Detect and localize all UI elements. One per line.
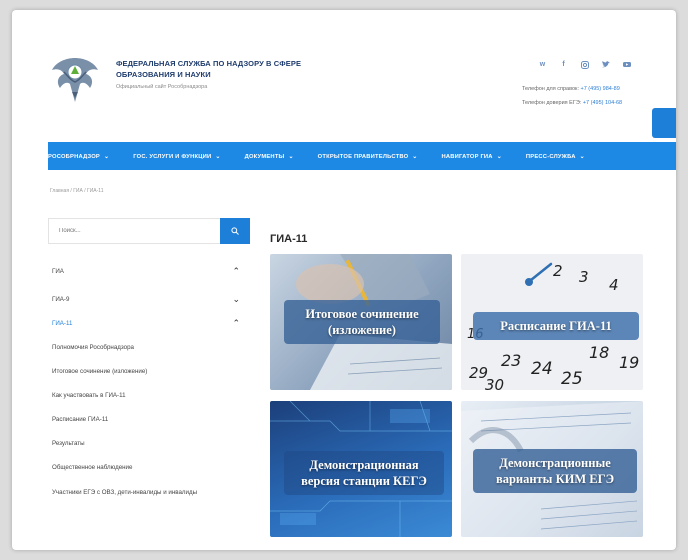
calendar-number: 4	[609, 276, 619, 294]
facebook-icon[interactable]: f	[557, 58, 570, 71]
sidebar-item-powers[interactable]: Полномочия Рособрнадзора	[52, 344, 134, 351]
phone-info: Телефон для справок: +7 (495) 984-89 Тел…	[522, 82, 622, 110]
chevron-down-icon: ⌄	[215, 153, 221, 160]
org-name: ФЕДЕРАЛЬНАЯ СЛУЖБА ПО НАДЗОРУ В СФЕРЕ ОБ…	[116, 58, 376, 80]
chevron-down-icon: ⌄	[412, 153, 418, 160]
card-schedule[interactable]: 2 3 4 16 18 19 23 24 25 29 30 Расписание…	[461, 254, 643, 390]
search-box	[48, 218, 250, 244]
breadcrumb[interactable]: Главная / ГИА / ГИА-11	[50, 188, 104, 194]
card-essay[interactable]: Итоговое сочинение (изложение)	[270, 254, 452, 390]
vk-icon[interactable]: w	[536, 58, 549, 71]
card-kim-demo[interactable]: Демонстрационные варианты КИМ ЕГЭ	[461, 401, 643, 537]
chevron-down-icon: ⌄	[288, 153, 294, 160]
sidebar-item-ovz[interactable]: Участники ЕГЭ с ОВЗ, дети-инвалиды и инв…	[52, 488, 212, 498]
chevron-up-icon: ⌃	[232, 318, 240, 328]
org-name-line2: ОБРАЗОВАНИЯ И НАУКИ	[116, 70, 211, 79]
sidebar-item-how-to[interactable]: Как участвовать в ГИА-11	[52, 392, 126, 399]
chevron-down-icon: ⌄	[232, 294, 240, 304]
sidebar-item-observation[interactable]: Общественное наблюдение	[52, 464, 132, 471]
card-kim-demo-label: Демонстрационные варианты КИМ ЕГЭ	[473, 449, 637, 493]
phone-info-label: Телефон для справок:	[522, 86, 579, 92]
chevron-down-icon: ⌄	[104, 153, 110, 160]
phone-trust-number[interactable]: +7 (495) 104-68	[583, 100, 622, 106]
card-schedule-label: Расписание ГИА-11	[473, 312, 639, 340]
chevron-down-icon: ⌄	[496, 153, 502, 160]
browser-page: ФЕДЕРАЛЬНАЯ СЛУЖБА ПО НАДЗОРУ В СФЕРЕ ОБ…	[12, 10, 676, 550]
org-subtitle: Официальный сайт Рособрнадзора	[116, 84, 208, 90]
card-essay-label: Итоговое сочинение (изложение)	[284, 300, 440, 344]
calendar-number: 25	[561, 369, 583, 389]
header-action-button[interactable]	[652, 108, 676, 138]
sidebar-item-gia9[interactable]: ГИА-9 ⌄	[52, 294, 240, 304]
org-name-line1: ФЕДЕРАЛЬНАЯ СЛУЖБА ПО НАДЗОРУ В СФЕРЕ	[116, 59, 302, 68]
search-button[interactable]	[220, 218, 250, 244]
nav-item-open-government[interactable]: ОТКРЫТОЕ ПРАВИТЕЛЬСТВО ⌄	[318, 153, 418, 160]
calendar-number: 2	[553, 262, 563, 280]
main-nav: РОСОБРНАДЗОР ⌄ ГОС. УСЛУГИ И ФУНКЦИИ ⌄ ДОК…	[48, 142, 676, 170]
sidebar-item-schedule[interactable]: Расписание ГИА-11	[52, 416, 108, 423]
nav-item-rosobrnadzor[interactable]: РОСОБРНАДЗОР ⌄	[48, 153, 109, 160]
chevron-up-icon: ⌃	[232, 266, 240, 276]
chevron-down-icon: ⌄	[579, 153, 585, 160]
page-title: ГИА-11	[270, 233, 308, 245]
card-kege-demo-label: Демонстрационная версия станции КЕГЭ	[284, 451, 444, 495]
sidebar-item-gia11[interactable]: ГИА-11 ⌃	[52, 318, 240, 328]
nav-item-documents[interactable]: ДОКУМЕНТЫ ⌄	[245, 153, 294, 160]
calendar-number: 19	[619, 353, 639, 372]
youtube-icon[interactable]	[620, 58, 633, 71]
phone-trust-label: Телефон доверия ЕГЭ:	[522, 100, 582, 106]
twitter-icon[interactable]	[599, 58, 612, 71]
card-kege-demo[interactable]: Демонстрационная версия станции КЕГЭ	[270, 401, 452, 537]
phone-info-number[interactable]: +7 (495) 984-89	[581, 86, 620, 92]
search-icon	[231, 227, 239, 235]
sidebar-item-essay[interactable]: Итоговое сочинение (изложение)	[52, 368, 147, 375]
logo[interactable]	[50, 52, 100, 106]
eagle-emblem-icon	[52, 58, 98, 102]
social-icons: w f	[536, 58, 633, 71]
calendar-number: 23	[501, 351, 521, 370]
calendar-number: 18	[589, 343, 609, 362]
instagram-icon[interactable]	[578, 58, 591, 71]
nav-item-services[interactable]: ГОС. УСЛУГИ И ФУНКЦИИ ⌄	[133, 153, 220, 160]
nav-item-press[interactable]: ПРЕСС-СЛУЖБА ⌄	[526, 153, 585, 160]
search-input[interactable]	[49, 219, 221, 243]
calendar-number: 30	[485, 376, 504, 390]
sidebar-item-results[interactable]: Результаты	[52, 440, 85, 447]
calendar-number: 3	[579, 268, 589, 286]
sidebar-item-gia[interactable]: ГИА ⌃	[52, 266, 240, 276]
calendar-number: 24	[531, 359, 553, 379]
nav-item-gia-navigator[interactable]: НАВИГАТОР ГИА ⌄	[442, 153, 502, 160]
